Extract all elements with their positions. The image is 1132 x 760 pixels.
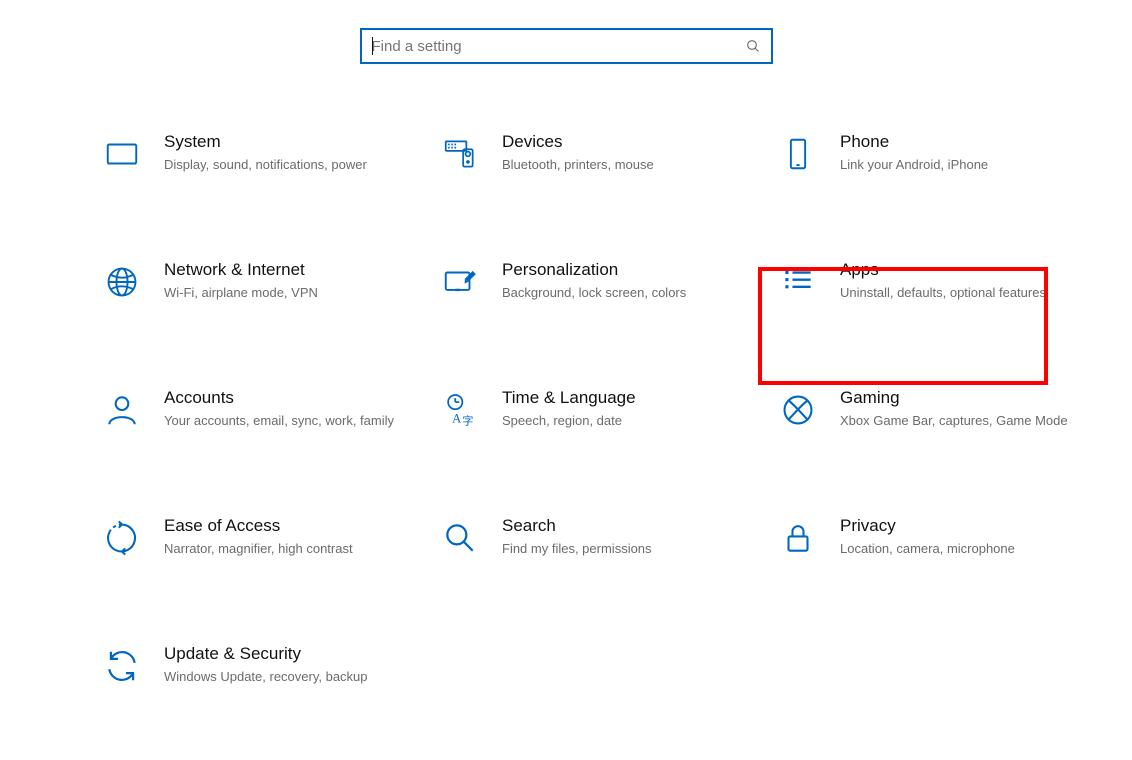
tile-phone[interactable]: Phone Link your Android, iPhone [776, 124, 1096, 182]
tile-title: System [164, 132, 410, 152]
tile-title: Network & Internet [164, 260, 410, 280]
tile-search[interactable]: Search Find my files, permissions [438, 508, 758, 566]
tile-time-language[interactable]: A 字 Time & Language Speech, region, date [438, 380, 758, 438]
tile-accounts[interactable]: Accounts Your accounts, email, sync, wor… [100, 380, 420, 438]
search-row [0, 0, 1132, 124]
magnifier-icon [440, 518, 480, 558]
phone-icon [778, 134, 818, 174]
tile-title: Devices [502, 132, 748, 152]
apps-icon [778, 262, 818, 302]
tile-desc: Link your Android, iPhone [840, 156, 1086, 174]
tile-desc: Windows Update, recovery, backup [164, 668, 410, 686]
tile-title: Personalization [502, 260, 748, 280]
tile-devices[interactable]: Devices Bluetooth, printers, mouse [438, 124, 758, 182]
tile-desc: Display, sound, notifications, power [164, 156, 410, 174]
person-icon [102, 390, 142, 430]
tile-title: Search [502, 516, 748, 536]
tile-desc: Your accounts, email, sync, work, family [164, 412, 410, 430]
tile-desc: Bluetooth, printers, mouse [502, 156, 748, 174]
tile-apps[interactable]: Apps Uninstall, defaults, optional featu… [776, 252, 1096, 310]
tile-title: Privacy [840, 516, 1086, 536]
settings-grid: System Display, sound, notifications, po… [0, 124, 1132, 694]
tile-ease-of-access[interactable]: Ease of Access Narrator, magnifier, high… [100, 508, 420, 566]
globe-icon [102, 262, 142, 302]
tile-desc: Uninstall, defaults, optional features [840, 284, 1086, 302]
tile-title: Phone [840, 132, 1086, 152]
svg-text:字: 字 [462, 413, 473, 427]
update-icon [102, 646, 142, 686]
tile-title: Gaming [840, 388, 1086, 408]
personalization-icon [440, 262, 480, 302]
tile-network[interactable]: Network & Internet Wi-Fi, airplane mode,… [100, 252, 420, 310]
tile-desc: Location, camera, microphone [840, 540, 1086, 558]
text-cursor [372, 37, 373, 55]
search-icon[interactable] [745, 38, 761, 54]
tile-title: Ease of Access [164, 516, 410, 536]
search-box[interactable] [360, 28, 773, 64]
tile-title: Update & Security [164, 644, 410, 664]
tile-system[interactable]: System Display, sound, notifications, po… [100, 124, 420, 182]
tile-gaming[interactable]: Gaming Xbox Game Bar, captures, Game Mod… [776, 380, 1096, 438]
tile-desc: Speech, region, date [502, 412, 748, 430]
tile-update-security[interactable]: Update & Security Windows Update, recove… [100, 636, 420, 694]
devices-icon [440, 134, 480, 174]
tile-desc: Background, lock screen, colors [502, 284, 748, 302]
tile-privacy[interactable]: Privacy Location, camera, microphone [776, 508, 1096, 566]
xbox-icon [778, 390, 818, 430]
search-input[interactable] [372, 38, 745, 55]
time-language-icon: A 字 [440, 390, 480, 430]
system-icon [102, 134, 142, 174]
tile-title: Time & Language [502, 388, 748, 408]
tile-desc: Wi-Fi, airplane mode, VPN [164, 284, 410, 302]
tile-personalization[interactable]: Personalization Background, lock screen,… [438, 252, 758, 310]
tile-title: Accounts [164, 388, 410, 408]
tile-desc: Xbox Game Bar, captures, Game Mode [840, 412, 1086, 430]
lock-icon [778, 518, 818, 558]
tile-title: Apps [840, 260, 1086, 280]
tile-desc: Find my files, permissions [502, 540, 748, 558]
ease-access-icon [102, 518, 142, 558]
tile-desc: Narrator, magnifier, high contrast [164, 540, 410, 558]
svg-text:A: A [452, 412, 462, 426]
